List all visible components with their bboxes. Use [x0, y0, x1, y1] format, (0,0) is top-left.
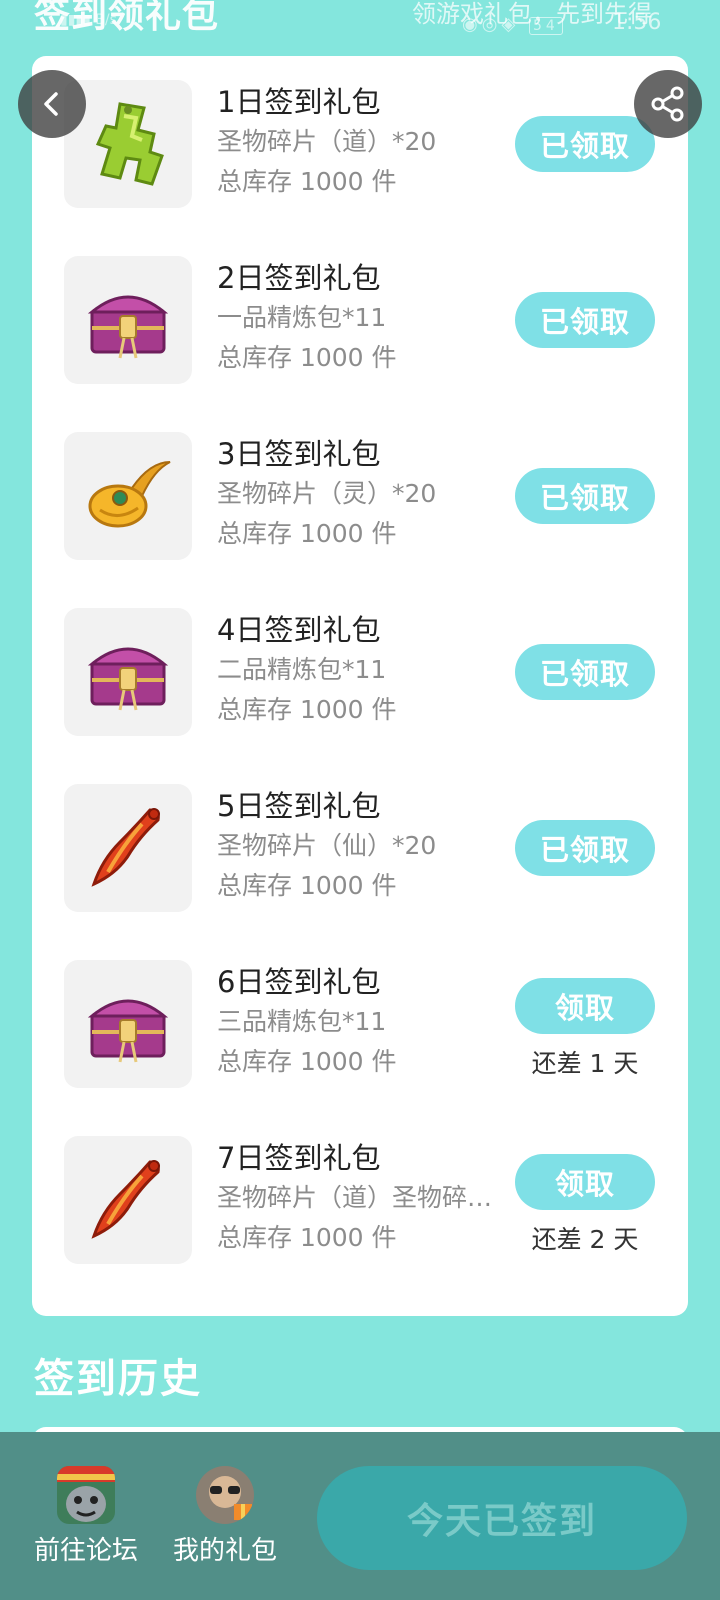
- gift-info: 1日签到礼包 圣物碎片（道）*20 总库存 1000 件: [217, 82, 507, 202]
- signed-in-today-button[interactable]: 今天已签到: [317, 1466, 687, 1570]
- notification-icon: ◉: [462, 14, 482, 35]
- gift-thumbnail: [64, 960, 192, 1088]
- gift-thumbnail: [64, 608, 192, 736]
- red-relic-fragment-icon: [91, 808, 160, 887]
- gift-description: 一品精炼包*11: [217, 303, 387, 332]
- gift-info: 3日签到礼包 圣物碎片（灵）*20 总库存 1000 件: [217, 434, 507, 554]
- purple-chest-icon: [87, 295, 169, 359]
- gift-info: 6日签到礼包 三品精炼包*11 总库存 1000 件: [217, 962, 507, 1082]
- gift-stock: 总库存 1000 件: [217, 871, 397, 900]
- gift-name: 6日签到礼包: [217, 965, 381, 999]
- claim-button[interactable]: 领取: [515, 978, 655, 1034]
- network-speed-unit: B/s: [95, 12, 117, 28]
- gift-name: 5日签到礼包: [217, 789, 381, 823]
- red-relic-fragment-icon: [91, 1160, 160, 1239]
- my-gifts-button[interactable]: 我的礼包: [155, 1466, 295, 1567]
- my-gifts-label: 我的礼包: [172, 1536, 277, 1566]
- status-icons: ◉◎◈ 54: [462, 14, 563, 35]
- network-speed: ▮▮▮▮ B/s: [60, 12, 117, 28]
- gift-info: 2日签到礼包 一品精炼包*11 总库存 1000 件: [217, 258, 507, 378]
- battery-icon: 54: [529, 17, 563, 35]
- gift-thumbnail: [64, 432, 192, 560]
- gift-description: 二品精炼包*11: [217, 655, 387, 684]
- forum-button[interactable]: 前往论坛: [16, 1466, 156, 1567]
- back-button[interactable]: [18, 70, 86, 138]
- purple-chest-icon: [87, 999, 169, 1063]
- gift-row-day-4: 4日签到礼包 二品精炼包*11 总库存 1000 件 已领取: [32, 584, 688, 736]
- gift-thumbnail: [64, 1136, 192, 1264]
- gold-relic-fragment-icon: [88, 461, 171, 528]
- eye-icon: ◎: [481, 14, 502, 35]
- claim-button[interactable]: 领取: [515, 1154, 655, 1210]
- gift-name: 7日签到礼包: [217, 1141, 381, 1175]
- gift-stock: 总库存 1000 件: [217, 519, 397, 548]
- claim-button[interactable]: 已领取: [515, 820, 655, 876]
- forum-label: 前往论坛: [33, 1536, 138, 1566]
- gift-stock: 总库存 1000 件: [217, 1047, 397, 1076]
- history-title: 签到历史: [34, 1356, 202, 1402]
- signal-icon: ▮▮▮▮: [60, 12, 96, 28]
- days-remaining: 还差 1 天: [531, 1049, 639, 1078]
- gift-stock: 总库存 1000 件: [217, 343, 397, 372]
- bottom-bar: 前往论坛 我的礼包 今天已签到: [0, 1432, 720, 1600]
- gift-list-card: 1日签到礼包 圣物碎片（道）*20 总库存 1000 件 已领取 2日签到礼包 …: [32, 56, 688, 1316]
- gift-description: 圣物碎片（道）*20: [217, 127, 437, 156]
- game-avatar-icon: [57, 1466, 115, 1524]
- gift-stock: 总库存 1000 件: [217, 695, 397, 724]
- claim-button[interactable]: 已领取: [515, 468, 655, 524]
- claim-button[interactable]: 已领取: [515, 116, 655, 172]
- gift-name: 2日签到礼包: [217, 261, 381, 295]
- gift-thumbnail: [64, 784, 192, 912]
- gift-name: 1日签到礼包: [217, 85, 381, 119]
- share-icon: [651, 86, 684, 122]
- gift-row-day-3: 3日签到礼包 圣物碎片（灵）*20 总库存 1000 件 已领取: [32, 408, 688, 560]
- wechat-icon: ◈: [501, 14, 520, 35]
- share-button[interactable]: [634, 70, 702, 138]
- gift-info: 5日签到礼包 圣物碎片（仙）*20 总库存 1000 件: [217, 786, 507, 906]
- green-relic-fragment-icon: [95, 102, 164, 186]
- clock: 1:56: [612, 10, 662, 35]
- gift-row-day-5: 5日签到礼包 圣物碎片（仙）*20 总库存 1000 件 已领取: [32, 760, 688, 912]
- gift-description: 三品精炼包*11: [217, 1007, 387, 1036]
- gift-row-day-6: 6日签到礼包 三品精炼包*11 总库存 1000 件 领取 还差 1 天: [32, 936, 688, 1088]
- gift-thumbnail: [64, 256, 192, 384]
- gift-row-day-2: 2日签到礼包 一品精炼包*11 总库存 1000 件 已领取: [32, 232, 688, 384]
- gift-description: 圣物碎片（道）圣物碎片（灵）: [217, 1183, 502, 1212]
- gift-description: 圣物碎片（仙）*20: [217, 831, 437, 860]
- gift-info: 4日签到礼包 二品精炼包*11 总库存 1000 件: [217, 610, 507, 730]
- gift-name: 3日签到礼包: [217, 437, 381, 471]
- claim-button[interactable]: 已领取: [515, 644, 655, 700]
- gift-name: 4日签到礼包: [217, 613, 381, 647]
- claim-button[interactable]: 已领取: [515, 292, 655, 348]
- top-bar: 签到领礼包 领游戏礼包，先到先得 ▮▮▮▮ B/s ◉◎◈ 54 1:56: [0, 0, 720, 50]
- chevron-left-icon: [44, 92, 58, 116]
- gift-row-day-7: 7日签到礼包 圣物碎片（道）圣物碎片（灵） 总库存 1000 件 领取 还差 2…: [32, 1112, 688, 1264]
- gift-description: 圣物碎片（灵）*20: [217, 479, 437, 508]
- gift-row-day-1: 1日签到礼包 圣物碎片（道）*20 总库存 1000 件 已领取: [32, 56, 688, 208]
- gift-stock: 总库存 1000 件: [217, 167, 397, 196]
- purple-chest-icon: [87, 647, 169, 711]
- user-avatar: [196, 1466, 254, 1524]
- days-remaining: 还差 2 天: [531, 1225, 639, 1254]
- gift-stock: 总库存 1000 件: [217, 1223, 397, 1252]
- gift-info: 7日签到礼包 圣物碎片（道）圣物碎片（灵） 总库存 1000 件: [217, 1138, 507, 1258]
